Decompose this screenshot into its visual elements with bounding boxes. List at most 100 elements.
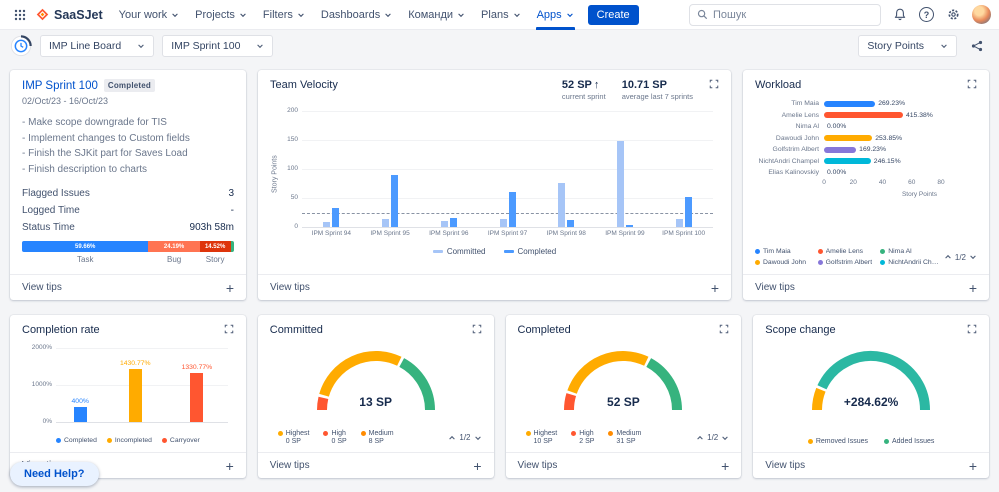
legend-nima-al[interactable]: Nima Al	[880, 248, 940, 255]
pagination-up-icon[interactable]	[944, 253, 952, 261]
bar-committed[interactable]	[323, 222, 331, 227]
nav-item-filters[interactable]: Filters	[255, 0, 313, 30]
legend-pagination[interactable]: 1/2	[448, 433, 481, 442]
gridline	[56, 422, 228, 423]
bar-committed[interactable]	[675, 219, 683, 227]
expand-icon[interactable]	[224, 324, 234, 334]
issue-type-segment: 59.66%	[22, 241, 149, 252]
pagination-up-icon[interactable]	[696, 434, 704, 442]
add-tip-icon[interactable]: +	[969, 459, 977, 473]
nav-item-команди[interactable]: Команди	[400, 0, 473, 30]
workload-bar[interactable]	[824, 112, 903, 118]
workload-bar[interactable]	[824, 135, 873, 141]
x-tick-label: IPM Sprint 97	[487, 230, 528, 237]
velocity-bar-group	[302, 207, 361, 227]
bar-completed[interactable]	[508, 192, 516, 227]
pagination-down-icon[interactable]	[721, 434, 729, 442]
legend-highest: Highest 10 SP	[525, 430, 557, 445]
expand-icon[interactable]	[967, 79, 977, 89]
bar-completed[interactable]	[449, 218, 457, 227]
bar-completed[interactable]	[684, 196, 692, 227]
add-tip-icon[interactable]: +	[226, 281, 234, 295]
search-input[interactable]	[713, 8, 873, 21]
card-title: Completed	[517, 324, 571, 336]
legend-dawoudi-john[interactable]: Dawoudi John	[755, 259, 815, 266]
bar-completed[interactable]	[567, 220, 575, 227]
velocity-bar-group	[537, 182, 596, 227]
nav-item-apps[interactable]: Apps	[529, 0, 582, 30]
bar[interactable]	[73, 407, 87, 422]
expand-icon[interactable]	[472, 324, 482, 334]
nav-item-projects[interactable]: Projects	[187, 0, 255, 30]
legend-completed[interactable]: Completed	[56, 437, 97, 444]
pagination-down-icon[interactable]	[474, 434, 482, 442]
expand-icon[interactable]	[709, 79, 719, 89]
view-tips-link[interactable]: View tips	[270, 460, 310, 471]
legend-completed[interactable]: Completed	[503, 247, 556, 256]
nav-item-dashboards[interactable]: Dashboards	[313, 0, 400, 30]
add-tip-icon[interactable]: +	[711, 281, 719, 295]
workload-bar[interactable]	[824, 158, 871, 164]
nav-item-plans[interactable]: Plans	[473, 0, 529, 30]
bar-completed[interactable]	[391, 174, 399, 227]
view-tips-link[interactable]: View tips	[518, 460, 558, 471]
bar[interactable]	[128, 369, 142, 422]
app-switcher-icon[interactable]	[8, 3, 32, 27]
workload-bar[interactable]	[824, 100, 876, 107]
bar-completed[interactable]	[332, 207, 340, 227]
nav-item-your-work[interactable]: Your work	[111, 0, 188, 30]
workload-bar[interactable]	[824, 146, 857, 153]
view-tips-link[interactable]: View tips	[22, 282, 62, 293]
legend-nichtandrii-champel[interactable]: NichtAndrii Champel	[880, 259, 940, 266]
bar[interactable]	[190, 372, 204, 422]
legend-committed[interactable]: Committed	[432, 247, 486, 256]
create-button[interactable]: Create	[587, 4, 639, 25]
legend-incompleted[interactable]: Incompleted	[106, 437, 152, 444]
legend-pagination[interactable]: 1/2	[696, 433, 729, 442]
sprint-title-link[interactable]: IMP Sprint 100	[22, 80, 98, 92]
workload-bar-area: 0.00%	[824, 123, 977, 130]
expand-icon[interactable]	[967, 324, 977, 334]
search-icon	[697, 9, 708, 20]
workload-row-amelie-lens: Amelie Lens 415.38%	[755, 112, 977, 119]
bar-completed[interactable]	[625, 224, 633, 227]
board-select[interactable]: IMP Line Board	[40, 34, 155, 57]
chevron-down-icon	[256, 42, 264, 50]
legend-carryover[interactable]: Carryover	[161, 437, 200, 444]
settings-icon[interactable]	[941, 3, 965, 27]
user-avatar[interactable]	[972, 5, 991, 24]
metric-select[interactable]: Story Points	[858, 34, 957, 57]
sprint-select[interactable]: IMP Sprint 100	[162, 34, 274, 57]
need-help-button[interactable]: Need Help?	[10, 462, 99, 486]
view-tips-link[interactable]: View tips	[755, 282, 795, 293]
card-footer: View tips +	[10, 274, 246, 300]
legend-amelie-lens[interactable]: Amelie Lens	[817, 248, 878, 255]
add-tip-icon[interactable]: +	[721, 459, 729, 473]
stat-value: 903h 58m	[189, 221, 234, 233]
chevron-down-icon	[171, 11, 179, 19]
view-tips-link[interactable]: View tips	[765, 460, 805, 471]
expand-icon[interactable]	[719, 324, 729, 334]
add-tip-icon[interactable]: +	[226, 459, 234, 473]
bar-committed[interactable]	[440, 221, 448, 227]
add-tip-icon[interactable]: +	[969, 281, 977, 295]
bar-committed[interactable]	[382, 219, 390, 227]
notifications-icon[interactable]	[888, 3, 912, 27]
saasjet-logo[interactable]: SaaSJet	[32, 8, 111, 22]
legend-golfstrim-albert[interactable]: Golfstrim Albert	[817, 259, 878, 266]
sprint-goal: - Finish description to charts	[22, 163, 148, 175]
help-icon[interactable]: ?	[919, 7, 934, 22]
chart-legend: Completed Incompleted Carryover	[22, 437, 234, 444]
pagination-up-icon[interactable]	[448, 434, 456, 442]
bar-value-label: 1330.77%	[181, 363, 213, 371]
pagination-down-icon[interactable]	[969, 253, 977, 261]
share-icon[interactable]	[965, 34, 989, 58]
bar-committed[interactable]	[558, 182, 566, 227]
bar-committed[interactable]	[616, 141, 624, 227]
bar-committed[interactable]	[499, 219, 507, 227]
legend-pagination[interactable]: 1/2	[944, 253, 977, 262]
chevron-down-icon	[457, 11, 465, 19]
view-tips-link[interactable]: View tips	[270, 282, 310, 293]
legend-tim-maia[interactable]: Tim Maia	[755, 248, 815, 255]
add-tip-icon[interactable]: +	[473, 459, 481, 473]
